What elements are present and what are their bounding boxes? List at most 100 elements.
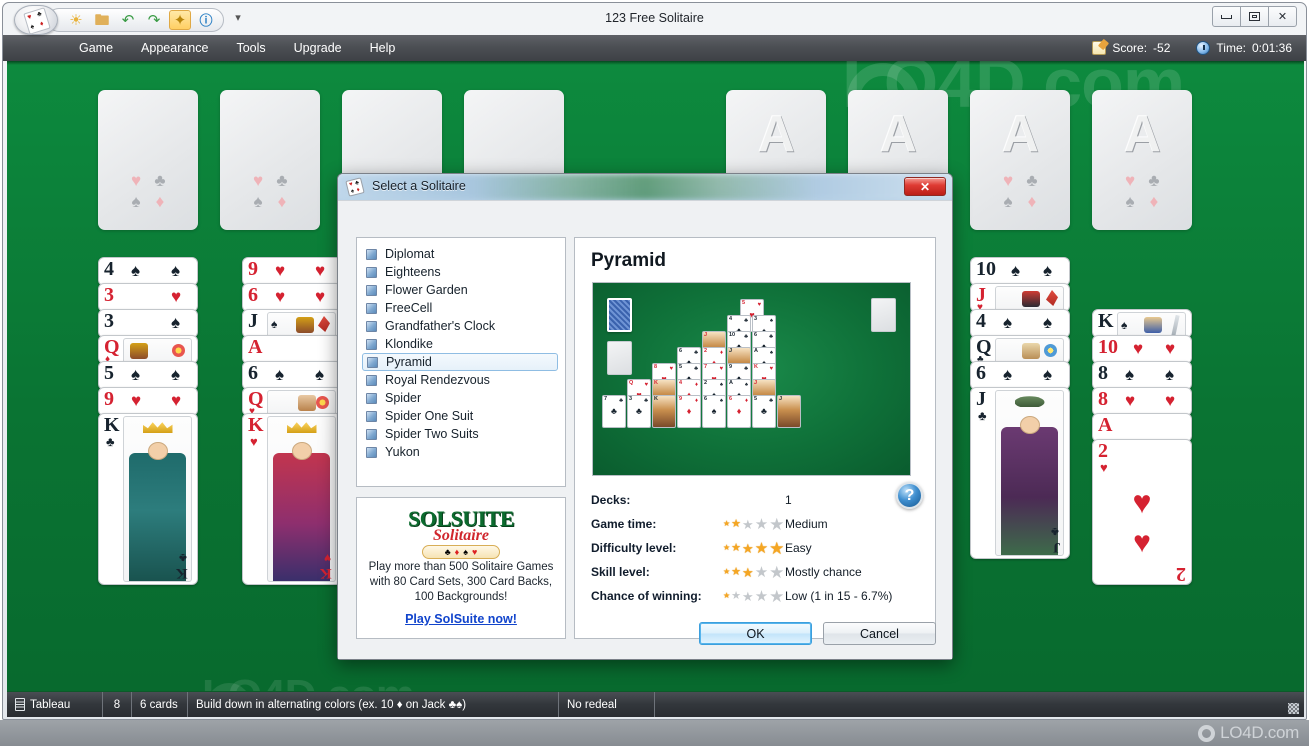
close-button[interactable]: ✕ (1268, 6, 1297, 27)
robe-art (1001, 427, 1058, 555)
club-icon: ♣ (154, 171, 166, 190)
property-stars: ★ ★ ★ ★ ★ (723, 564, 785, 581)
solsuite-promo-panel[interactable]: SOLSUITE Solitaire ♣ ♦ ♠ ♥ Play more tha… (356, 497, 566, 639)
card-king-clubs[interactable]: K ♣ K ♣ (98, 413, 198, 585)
card-list-icon (366, 446, 377, 458)
list-item-klondike[interactable]: Klondike (357, 335, 565, 353)
card-6-spades[interactable]: 6 ♠ ♠ (242, 361, 342, 390)
menu-item-appearance[interactable]: Appearance (127, 38, 222, 58)
menubar: Game Appearance Tools Upgrade Help Score… (3, 35, 1306, 61)
card-rank-inverted: J (1052, 539, 1061, 555)
dialog-close-button[interactable]: ✕ (904, 177, 946, 196)
dialog-body: Diplomat Eighteens Flower Garden FreeCel… (338, 200, 952, 659)
card-5-spades[interactable]: 5 ♠ ♠ (98, 361, 198, 390)
star-icon: ★ (723, 591, 731, 600)
game-detail-panel: Pyramid 5♥♥ 4♣♣ 3♠♠ J (574, 237, 936, 639)
game-preview-image: 5♥♥ 4♣♣ 3♠♠ J 10♣♣ 6♣♣ 6♣♣ (592, 282, 911, 476)
card-rank: 9 (104, 388, 114, 410)
list-item-spider-one-suit[interactable]: Spider One Suit (357, 407, 565, 425)
face-art (1144, 317, 1162, 333)
foundation-7[interactable]: A ♥ ♣ ♠ ♦ (970, 90, 1070, 230)
property-value: 1 (785, 493, 792, 507)
menu-item-upgrade[interactable]: Upgrade (280, 38, 356, 58)
foundation-2[interactable]: ♥ ♣ ♠ ♦ (220, 90, 320, 230)
foundation-8[interactable]: A ♥ ♣ ♠ ♦ (1092, 90, 1192, 230)
card-rank: 2 (1098, 440, 1108, 462)
card-10-spades[interactable]: 10 ♠ ♠ (970, 257, 1070, 286)
card-3-hearts[interactable]: 3 ♥ (98, 283, 198, 312)
list-item-pyramid[interactable]: Pyramid (362, 353, 558, 371)
restore-button[interactable] (1240, 6, 1269, 27)
logo-suit-strip: ♣ ♦ ♠ ♥ (422, 545, 500, 559)
card-queen-clubs[interactable]: Q ♣ (970, 335, 1070, 364)
menu-item-help[interactable]: Help (356, 38, 410, 58)
card-9-hearts-2[interactable]: 9 ♥ ♥ (242, 257, 342, 286)
heart-icon: ♥ (275, 287, 286, 306)
card-ace-hearts-2[interactable]: A (1092, 413, 1192, 442)
menu-item-game[interactable]: Game (65, 38, 127, 58)
diamond-pip-icon: ♦ (39, 20, 45, 29)
list-item-freecell[interactable]: FreeCell (357, 299, 565, 317)
card-4-spades-2[interactable]: 4 ♠ ♠ (970, 309, 1070, 338)
card-queen-diamonds[interactable]: Q ♦ (98, 335, 198, 364)
foundation-1[interactable]: ♥ ♣ ♠ ♦ (98, 90, 198, 230)
resize-grip[interactable] (1282, 692, 1304, 717)
select-solitaire-dialog: ♥ ♣ ♠ ♦ Select a Solitaire ✕ Diplomat Ei… (337, 173, 953, 660)
cancel-button[interactable]: Cancel (823, 622, 936, 645)
card-6-hearts[interactable]: 6 ♥ ♥ (242, 283, 342, 312)
game-list-panel[interactable]: Diplomat Eighteens Flower Garden FreeCel… (356, 237, 566, 487)
star-icon: ★ (769, 538, 785, 558)
card-10-hearts[interactable]: 10 ♥ ♥ (1092, 335, 1192, 364)
list-item-flower-garden[interactable]: Flower Garden (357, 281, 565, 299)
card-rank: K (1098, 310, 1114, 332)
play-solsuite-link[interactable]: Play SolSuite now! (365, 612, 557, 626)
card-queen-hearts[interactable]: Q ♥ (242, 387, 342, 416)
card-rank: J (976, 388, 986, 410)
card-jack-hearts[interactable]: J ♥ (970, 283, 1070, 312)
card-9-hearts[interactable]: 9 ♥ ♥ (98, 387, 198, 416)
card-3-spades[interactable]: 3 ♠ (98, 309, 198, 338)
face-art (1022, 343, 1040, 359)
app-menu-orb-button[interactable]: ♥ ♣ ♠ ♦ (14, 5, 58, 35)
card-rank-inverted: K (320, 565, 332, 581)
list-item-label: Spider One Suit (385, 409, 474, 423)
club-icon: ♣ (444, 546, 451, 557)
help-button[interactable]: ? (896, 482, 923, 509)
card-6-spades-2[interactable]: 6 ♠ ♠ (970, 361, 1070, 390)
plume-art (1046, 290, 1058, 306)
card-4-spades[interactable]: 4 ♠ ♠ (98, 257, 198, 286)
list-item-spider-two-suits[interactable]: Spider Two Suits (357, 425, 565, 443)
score-label: Score: (1112, 41, 1148, 55)
heart-pip-icon: ♥ (348, 181, 354, 189)
status-pile-type-label: Tableau (30, 698, 71, 711)
ok-button[interactable]: OK (699, 622, 812, 645)
minimize-button[interactable] (1212, 6, 1241, 27)
heart-icon: ♥ (171, 287, 182, 306)
property-value: Mostly chance (785, 565, 862, 579)
card-ace-hearts[interactable]: A (242, 335, 342, 364)
watermark-ring-icon-3 (1198, 724, 1216, 742)
list-item-diplomat[interactable]: Diplomat (357, 245, 565, 263)
time-value: 0:01:36 (1251, 41, 1292, 55)
ace-placeholder-mark: A (1123, 105, 1161, 163)
ace-placeholder-mark: A (879, 105, 917, 163)
card-2-hearts[interactable]: 2 ♥ ♥ ♥ 2 (1092, 439, 1192, 585)
dialog-titlebar[interactable]: ♥ ♣ ♠ ♦ Select a Solitaire ✕ (338, 174, 952, 200)
card-jack-spades[interactable]: J ♠ (242, 309, 342, 338)
club-pip-icon: ♣ (36, 10, 43, 19)
list-item-grandfathers-clock[interactable]: Grandfather's Clock (357, 317, 565, 335)
menu-item-tools[interactable]: Tools (222, 38, 279, 58)
list-item-eighteens[interactable]: Eighteens (357, 263, 565, 281)
list-item-royal-rendezvous[interactable]: Royal Rendezvous (357, 371, 565, 389)
heart-icon: ♥ (1165, 391, 1176, 410)
card-king-hearts[interactable]: K ♥ K ♥ (242, 413, 342, 585)
card-8-spades[interactable]: 8 ♠ ♠ (1092, 361, 1192, 390)
card-jack-clubs[interactable]: J ♣ J ♣ (970, 387, 1070, 559)
list-item-spider[interactable]: Spider (357, 389, 565, 407)
property-game-time: Game time: ★ ★ ★ ★ ★ Medium (591, 512, 921, 536)
star-icon: ★ (731, 589, 742, 602)
card-8-hearts[interactable]: 8 ♥ ♥ (1092, 387, 1192, 416)
footer-watermark: LO4D.com (1198, 723, 1299, 743)
card-king-spades[interactable]: K ♠ (1092, 309, 1192, 338)
list-item-yukon[interactable]: Yukon (357, 443, 565, 461)
